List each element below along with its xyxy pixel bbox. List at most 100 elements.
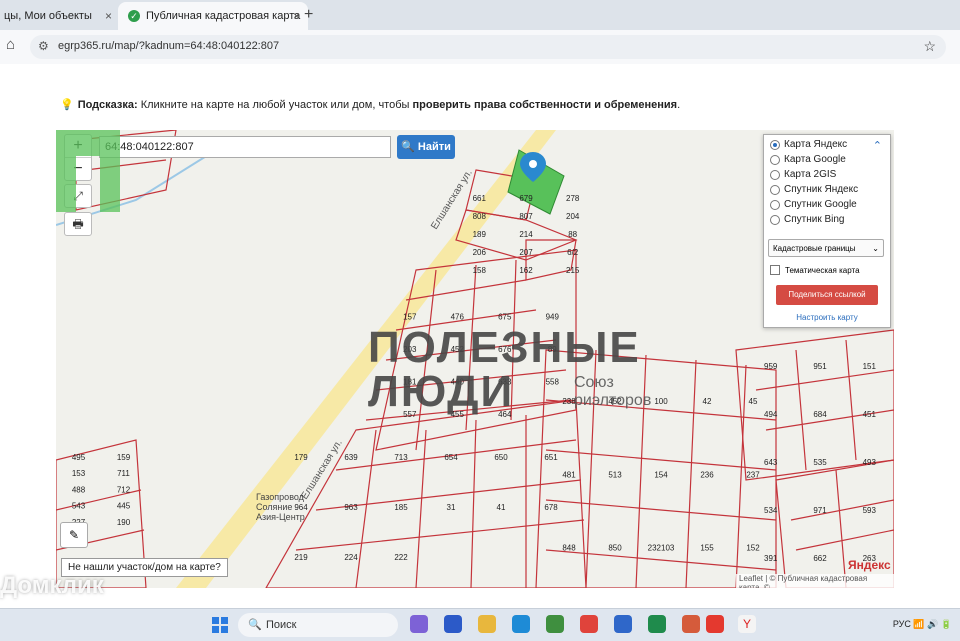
layer-option[interactable]: Карта Google (770, 154, 846, 165)
parcel-number[interactable]: 157 (403, 313, 417, 322)
layer-option[interactable]: Спутник Яндекс (770, 184, 858, 195)
windows-start-icon[interactable] (212, 617, 228, 633)
parcel-number[interactable]: 185 (394, 503, 408, 512)
parcel-number[interactable]: 534 (764, 506, 778, 515)
tab-my-objects[interactable]: цы, Мои объекты × (0, 2, 120, 30)
parcel-number[interactable]: 675 (498, 313, 512, 322)
parcel-number[interactable]: 6/2 (567, 248, 579, 257)
layer-option[interactable]: Спутник Google (770, 199, 857, 210)
share-button[interactable]: Поделиться ссылкой (776, 285, 878, 305)
parcel-number[interactable]: 41 (497, 503, 506, 512)
parcel-number[interactable]: 100 (654, 397, 668, 406)
parcel-number[interactable]: 42 (703, 397, 712, 406)
layer-option[interactable]: Спутник Bing (770, 214, 845, 225)
parcel-number[interactable]: 651 (544, 453, 558, 462)
map-attribution[interactable]: Leaflet | © Публичная кадастровая карта,… (736, 574, 894, 588)
parcel-number[interactable]: 650 (494, 453, 508, 462)
print-button[interactable]: 🖶 (64, 212, 92, 236)
edge-icon[interactable] (512, 615, 530, 633)
parcel-number[interactable]: 391 (764, 554, 778, 563)
taskbar-search[interactable]: 🔍 Поиск (238, 613, 398, 637)
home-icon[interactable]: ⌂ (6, 36, 15, 53)
parcel-number[interactable]: 153 (72, 469, 86, 478)
parcel-number[interactable]: 222 (394, 553, 408, 562)
parcel-number[interactable]: 189 (473, 230, 487, 239)
app-icon[interactable] (682, 615, 700, 633)
system-tray[interactable]: РУС 📶 🔊 🔋 (893, 619, 952, 630)
parcel-number[interactable]: 237 (746, 470, 760, 479)
parcel-number[interactable]: 543 (72, 502, 86, 511)
parcel-number[interactable]: 224 (344, 553, 358, 562)
parcel-number[interactable]: 964 (294, 503, 308, 512)
parcel-number[interactable]: 678 (544, 503, 558, 512)
parcel-number[interactable]: 959 (764, 362, 778, 371)
parcel-number[interactable]: 179 (294, 453, 308, 462)
parcel-number[interactable]: 971 (813, 506, 827, 515)
edit-pencil-icon[interactable]: ✎ (60, 522, 88, 548)
store-icon[interactable] (546, 615, 564, 633)
new-tab-button[interactable]: + (304, 6, 313, 24)
map-canvas[interactable]: 661 679 278 808 807 204 189 214 88 206 207 6/2 158 16… (56, 130, 894, 588)
parcel-number[interactable]: 155 (700, 544, 714, 553)
parcel-number[interactable]: 88 (568, 230, 577, 239)
excel-icon[interactable] (648, 615, 666, 633)
layer-option[interactable]: Карта 2GIS (770, 169, 836, 180)
setup-map-link[interactable]: Настроить карту (764, 313, 890, 322)
parcel-number[interactable]: 206 (473, 248, 487, 257)
parcel-number[interactable]: 481 (562, 470, 576, 479)
parcel-number[interactable]: 495 (72, 453, 86, 462)
parcel-number[interactable]: 513 (608, 470, 622, 479)
parcel-number[interactable]: 215 (566, 266, 580, 275)
thematic-checkbox[interactable]: Тематическая карта (770, 265, 860, 275)
parcel-number[interactable]: 808 (473, 212, 487, 221)
parcel-number[interactable]: 204 (566, 212, 580, 221)
parcel-number[interactable]: 31 (447, 503, 456, 512)
parcel-number[interactable]: 488 (72, 485, 86, 494)
parcel-number[interactable]: 807 (519, 212, 533, 221)
overlay-select[interactable]: Кадастровые границы ⌄ (768, 239, 884, 257)
parcel-number[interactable]: 494 (764, 410, 778, 419)
parcel-number[interactable]: 662 (813, 554, 827, 563)
parcel-number[interactable]: 232103 (648, 544, 675, 553)
find-button[interactable]: 🔍 Найти (397, 135, 455, 159)
bookmark-star-icon[interactable]: ☆ (923, 38, 936, 55)
teams-icon[interactable] (444, 615, 462, 633)
parcel-number[interactable]: 639 (344, 453, 358, 462)
parcel-number[interactable]: 558 (546, 378, 560, 387)
chrome-icon[interactable] (580, 615, 598, 633)
yandex-browser-icon[interactable]: Y (738, 615, 756, 633)
parcel-number[interactable]: 684 (813, 410, 827, 419)
collapse-icon[interactable]: ⌃ (873, 139, 882, 152)
parcel-number[interactable]: 445 (117, 502, 131, 511)
file-explorer-icon[interactable] (478, 615, 496, 633)
close-icon[interactable]: × (293, 9, 300, 23)
parcel-number[interactable]: 654 (444, 453, 458, 462)
parcel-number[interactable]: 679 (519, 194, 533, 203)
parcel-number[interactable]: 476 (451, 313, 465, 322)
parcel-number[interactable]: 963 (344, 503, 358, 512)
word-icon[interactable] (614, 615, 632, 633)
parcel-number[interactable]: 278 (566, 194, 580, 203)
cadastral-search-input[interactable]: 64:48:040122:807 (99, 136, 391, 158)
omnibox[interactable]: ⚙ egrp365.ru/map/?kadnum=64:48:040122:80… (30, 35, 946, 59)
parcel-number[interactable]: 661 (473, 194, 487, 203)
parcel-number[interactable]: 643 (764, 458, 778, 467)
close-icon[interactable]: × (105, 9, 112, 23)
parcel-number[interactable]: 712 (117, 485, 131, 494)
tab-cadastral-map[interactable]: ✓ Публичная кадастровая карта × (118, 2, 308, 30)
parcel-number[interactable]: 850 (608, 544, 622, 553)
parcel-number[interactable]: 207 (519, 248, 533, 257)
parcel-number[interactable]: 214 (519, 230, 533, 239)
parcel-number[interactable]: 493 (863, 458, 877, 467)
parcel-number[interactable]: 949 (546, 313, 560, 322)
parcel-number[interactable]: 151 (863, 362, 877, 371)
parcel-number[interactable]: 951 (813, 362, 827, 371)
teams-icon[interactable] (410, 615, 428, 633)
parcel-number[interactable]: 236 (700, 470, 714, 479)
parcel-number[interactable]: 158 (473, 266, 487, 275)
site-settings-icon[interactable]: ⚙ (38, 39, 49, 53)
parcel-number[interactable]: 159 (117, 453, 131, 462)
yandex-music-icon[interactable] (706, 615, 724, 633)
parcel-number[interactable]: 162 (519, 266, 533, 275)
parcel-number[interactable]: 451 (863, 410, 877, 419)
